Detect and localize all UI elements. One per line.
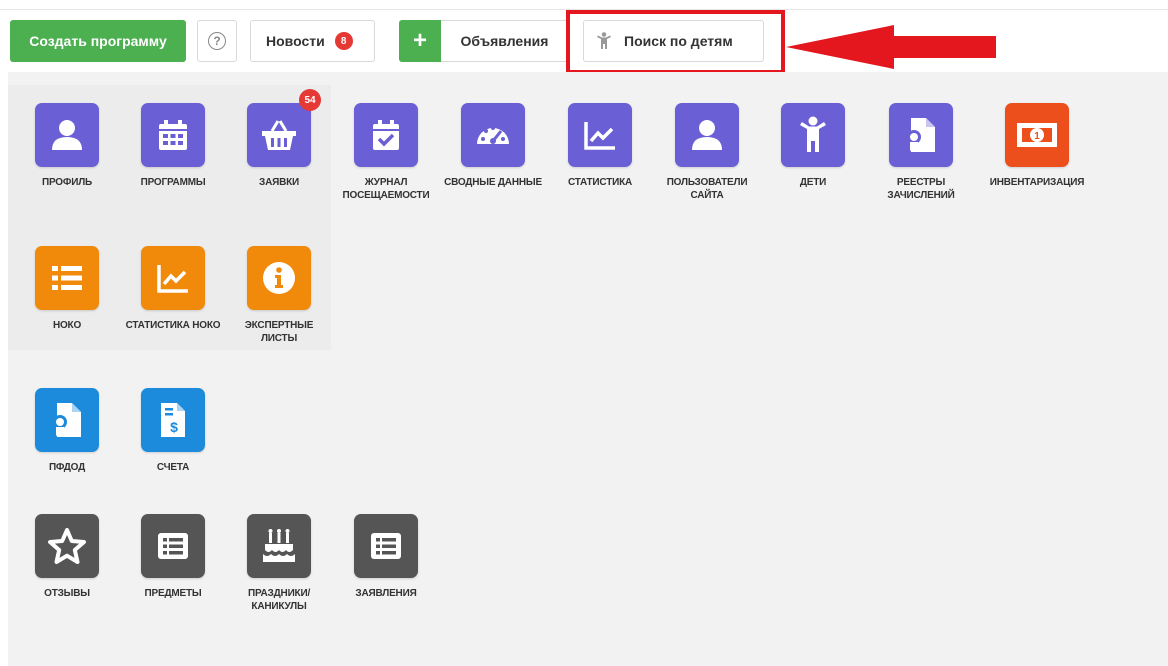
svg-text:$: $ (170, 419, 178, 435)
tile-noko[interactable]: НОКО (17, 246, 117, 332)
child-icon (781, 103, 845, 167)
invoice-icon: $ (141, 388, 205, 452)
tile-label: ЗАЯВЛЕНИЯ (355, 588, 417, 599)
tile-label: СЧЕТА (156, 462, 190, 473)
tile-enrollment-registers[interactable]: РЕЕСТРЫ ЗАЧИСЛЕНИЙ (871, 103, 971, 202)
list-icon (35, 246, 99, 310)
tile-profile[interactable]: ПРОФИЛЬ (17, 103, 117, 189)
chart-line-icon (568, 103, 632, 167)
tile-label: ПРОФИЛЬ (41, 177, 93, 188)
list-alt-icon (354, 514, 418, 578)
tile-label: ЭКСПЕРТНЫЕ ЛИСТЫ (244, 320, 314, 344)
tile-expert-sheets[interactable]: ЭКСПЕРТНЫЕ ЛИСТЫ (229, 246, 329, 345)
tile-summary-data[interactable]: СВОДНЫЕ ДАННЫЕ (443, 103, 543, 189)
info-icon (247, 246, 311, 310)
tile-label: СТАТИСТИКА (567, 177, 633, 188)
tile-label: ЖУРНАЛ ПОСЕЩАЕМОСТИ (342, 177, 430, 201)
question-icon: ? (208, 32, 226, 50)
help-button[interactable]: ? (197, 20, 237, 62)
certificate-file-icon (35, 388, 99, 452)
news-count-badge: 8 (334, 32, 353, 50)
user-icon (35, 103, 99, 167)
tile-label: ОТЗЫВЫ (44, 588, 90, 599)
tile-noko-statistics[interactable]: СТАТИСТИКА НОКО (123, 246, 223, 332)
tile-label: СТАТИСТИКА НОКО (125, 320, 221, 331)
tile-label: ИНВЕНТАРИЗАЦИЯ (989, 177, 1085, 188)
tile-programs[interactable]: ПРОГРАММЫ (123, 103, 223, 189)
calendar-icon (141, 103, 205, 167)
tile-pfdod[interactable]: ПФДОД (17, 388, 117, 474)
money-icon: 1 (1005, 103, 1069, 167)
dashboard-icon (461, 103, 525, 167)
tile-label: ЗАЯВКИ (259, 177, 299, 188)
tile-holidays[interactable]: ПРАЗДНИКИ/ КАНИКУЛЫ (229, 514, 329, 613)
tile-label: РЕЕСТРЫ ЗАЧИСЛЕНИЙ (887, 177, 955, 201)
top-toolbar: Создать программу ? Новости 8 + Объявлен… (0, 0, 1168, 74)
tile-subjects[interactable]: ПРЕДМЕТЫ (123, 514, 223, 600)
tile-label: СВОДНЫЕ ДАННЫЕ (444, 177, 542, 188)
certificate-file-icon (889, 103, 953, 167)
highlight-box (566, 10, 785, 74)
tile-applications[interactable]: 54 ЗАЯВКИ (229, 89, 329, 189)
news-button[interactable]: Новости 8 (250, 20, 375, 62)
tile-invoices[interactable]: $ СЧЕТА (123, 388, 223, 474)
tile-label: НОКО (52, 320, 82, 331)
add-announcement-button[interactable]: + (399, 20, 441, 62)
tile-children[interactable]: ДЕТИ (763, 103, 863, 189)
tile-site-users[interactable]: ПОЛЬЗОВАТЕЛИ САЙТА (657, 103, 757, 202)
basket-icon: 54 (247, 89, 321, 167)
announcements-label: Объявления (460, 33, 549, 49)
pointer-arrow (786, 25, 996, 69)
tile-label: ПФДОД (48, 462, 86, 473)
list-alt-icon (141, 514, 205, 578)
tile-statements[interactable]: ЗАЯВЛЕНИЯ (336, 514, 436, 600)
user-icon (675, 103, 739, 167)
tile-label: ПРАЗДНИКИ/ КАНИКУЛЫ (247, 588, 311, 612)
tile-label: ПРЕДМЕТЫ (144, 588, 202, 599)
applications-count-badge: 54 (299, 89, 321, 111)
tile-reviews[interactable]: ОТЗЫВЫ (17, 514, 117, 600)
tile-inventory[interactable]: 1 ИНВЕНТАРИЗАЦИЯ (987, 103, 1087, 189)
tile-label: ПОЛЬЗОВАТЕЛИ САЙТА (666, 177, 748, 201)
chart-line-icon (141, 246, 205, 310)
plus-icon: + (412, 27, 427, 54)
birthday-cake-icon (247, 514, 311, 578)
create-program-button[interactable]: Создать программу (10, 20, 186, 62)
calendar-check-icon (354, 103, 418, 167)
tile-label: ДЕТИ (799, 177, 827, 188)
tile-attendance-journal[interactable]: ЖУРНАЛ ПОСЕЩАЕМОСТИ (336, 103, 436, 202)
star-icon (35, 514, 99, 578)
tile-statistics[interactable]: СТАТИСТИКА (550, 103, 650, 189)
announcements-button[interactable]: Объявления (441, 20, 569, 62)
tile-label: ПРОГРАММЫ (140, 177, 206, 188)
svg-text:1: 1 (1034, 131, 1040, 142)
news-label: Новости (266, 33, 325, 49)
